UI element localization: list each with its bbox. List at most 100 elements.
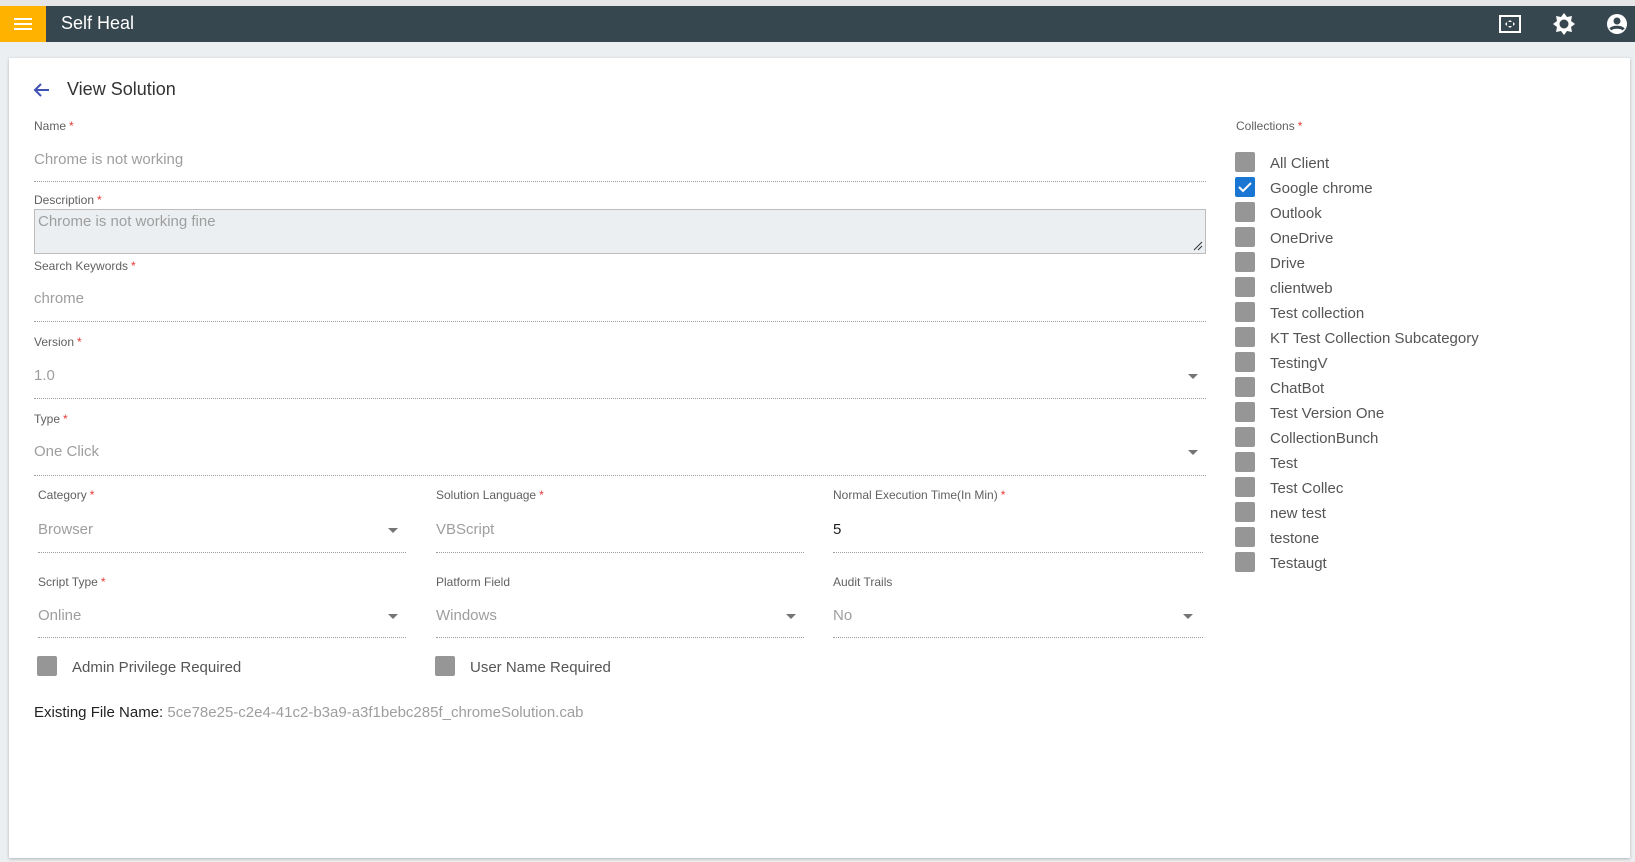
required-mark: * <box>131 259 136 273</box>
collection-checkbox[interactable] <box>1235 327 1255 347</box>
label-text: Name <box>34 119 67 133</box>
required-mark: * <box>100 575 106 589</box>
collection-checkbox[interactable] <box>1235 477 1255 497</box>
fullscreen-icon[interactable] <box>1498 12 1522 36</box>
collection-checkbox[interactable] <box>1235 302 1255 322</box>
app-title: Self Heal <box>61 13 135 33</box>
collection-checkbox[interactable] <box>1235 552 1255 572</box>
label-text: Version <box>34 335 75 349</box>
collection-label: testone <box>1270 530 1320 547</box>
audit-underline <box>833 637 1203 638</box>
user-name-label: User Name Required <box>470 659 611 676</box>
collection-label: Test <box>1270 455 1298 472</box>
collection-label: Test Version One <box>1270 405 1385 422</box>
required-mark: * <box>69 119 74 133</box>
collection-checkbox[interactable] <box>1235 202 1255 222</box>
collection-checkbox[interactable] <box>1235 352 1255 372</box>
collection-label: All Client <box>1270 155 1330 172</box>
collection-label: Outlook <box>1270 205 1322 222</box>
collection-checkbox[interactable] <box>1235 427 1255 447</box>
keywords-label: Search Keywords * <box>34 259 136 273</box>
collection-checkbox[interactable] <box>1235 527 1255 547</box>
collections-label: Collections * <box>1236 119 1302 133</box>
category-label: Category * <box>38 488 94 502</box>
resize-handle-icon[interactable] <box>1193 241 1203 251</box>
collection-label: CollectionBunch <box>1270 430 1379 447</box>
script-type-underline <box>38 637 406 638</box>
back-arrow-icon[interactable] <box>32 82 50 98</box>
collection-checkbox[interactable] <box>1235 502 1255 522</box>
admin-privilege-checkbox[interactable] <box>37 656 57 676</box>
check-icon <box>1238 182 1252 193</box>
label-text: Script Type <box>38 575 98 589</box>
collection-checkbox[interactable] <box>1235 402 1255 422</box>
collection-checkbox[interactable] <box>1235 252 1255 272</box>
type-underline <box>34 475 1206 476</box>
required-mark: * <box>77 335 82 349</box>
exec-time-label: Normal Execution Time(In Min) * <box>833 488 1005 502</box>
label-text: Type <box>34 412 61 426</box>
script-type-select[interactable]: Online <box>38 607 81 624</box>
settings-icon[interactable] <box>1552 12 1576 36</box>
label-text: Normal Execution Time(In Min) <box>833 488 998 502</box>
menu-button[interactable] <box>0 6 46 42</box>
platform-underline <box>436 637 804 638</box>
collection-label: Test Collec <box>1270 480 1344 497</box>
name-underline <box>34 181 1206 182</box>
collection-label: OneDrive <box>1270 230 1334 247</box>
name-field[interactable]: Chrome is not working <box>34 151 183 168</box>
keywords-field[interactable]: chrome <box>34 290 84 307</box>
collection-checkbox[interactable] <box>1235 452 1255 472</box>
language-underline <box>436 552 804 553</box>
platform-select[interactable]: Windows <box>436 607 497 624</box>
language-field[interactable]: VBScript <box>436 521 494 538</box>
collection-label: ChatBot <box>1270 380 1325 397</box>
collection-checkbox[interactable] <box>1235 277 1255 297</box>
collection-checkbox[interactable] <box>1235 227 1255 247</box>
audit-select[interactable]: No <box>833 607 852 624</box>
category-select[interactable]: Browser <box>38 521 93 538</box>
label-text: Search Keywords <box>34 259 129 273</box>
version-select[interactable]: 1.0 <box>34 367 55 384</box>
chevron-down-icon[interactable] <box>1188 374 1198 379</box>
collection-label: Drive <box>1270 255 1306 272</box>
chevron-down-icon[interactable] <box>1188 450 1198 455</box>
label-text: Description <box>34 193 95 207</box>
version-underline <box>34 398 1206 399</box>
category-underline <box>38 552 406 553</box>
collection-checkbox[interactable] <box>1235 152 1255 172</box>
chevron-down-icon[interactable] <box>388 528 398 533</box>
type-select[interactable]: One Click <box>34 443 99 460</box>
existing-file-label: Existing File Name: <box>34 704 164 721</box>
account-icon[interactable] <box>1605 12 1629 36</box>
solution-card <box>9 58 1630 858</box>
script-type-label: Script Type * <box>38 575 105 589</box>
chevron-down-icon[interactable] <box>388 614 398 619</box>
description-label: Description * <box>34 193 102 207</box>
required-mark: * <box>89 488 95 502</box>
label-text: Solution Language <box>436 488 537 502</box>
collection-label: Testaugt <box>1270 555 1327 572</box>
audit-label: Audit Trails <box>833 575 893 589</box>
collection-label: Google chrome <box>1270 180 1373 197</box>
description-textarea[interactable]: Chrome is not working fine <box>34 209 1206 254</box>
collection-checkbox[interactable] <box>1235 377 1255 397</box>
existing-file: Existing File Name: 5ce78e25-c2e4-41c2-b… <box>34 704 584 721</box>
collection-checkbox[interactable] <box>1235 177 1255 197</box>
collection-label: TestingV <box>1270 355 1328 372</box>
page-title: View Solution <box>67 79 176 99</box>
chevron-down-icon[interactable] <box>786 614 796 619</box>
admin-privilege-label: Admin Privilege Required <box>72 659 242 676</box>
app-header: Self Heal <box>0 6 1635 42</box>
required-mark: * <box>1000 488 1006 502</box>
collection-label: new test <box>1270 505 1326 522</box>
collection-label: clientweb <box>1270 280 1333 297</box>
type-label: Type * <box>34 412 68 426</box>
collection-label: KT Test Collection Subcategory <box>1270 330 1479 347</box>
chevron-down-icon[interactable] <box>1183 614 1193 619</box>
required-mark: * <box>539 488 544 502</box>
required-mark: * <box>1297 119 1303 133</box>
exec-time-field[interactable]: 5 <box>833 521 841 538</box>
label-text: Category <box>38 488 87 502</box>
user-name-checkbox[interactable] <box>435 656 455 676</box>
